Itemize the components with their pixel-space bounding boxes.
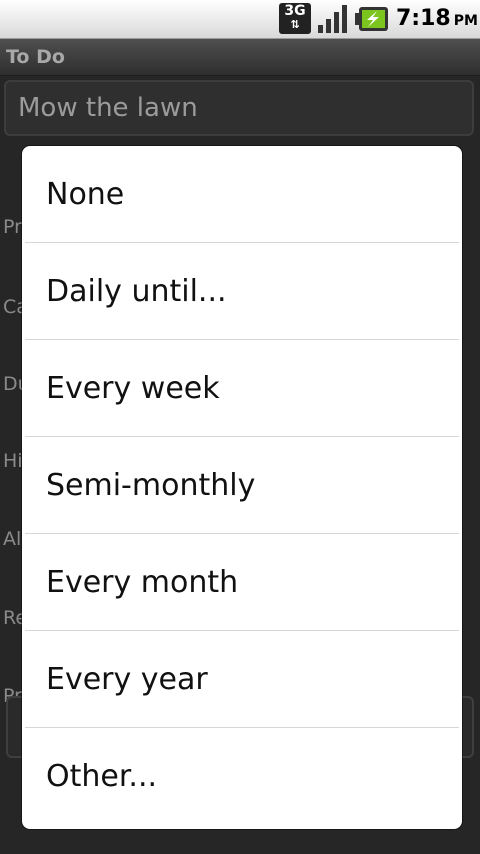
alarm-label: Al [3,528,22,550]
signal-strength-icon [318,5,347,33]
clock-time: 7:18 [396,6,451,31]
repeat-option-every-year[interactable]: Every year [25,631,459,728]
app-title: To Do [6,46,65,68]
clock: 7:18 PM [396,6,478,31]
option-label: Daily until... [46,273,227,309]
clock-ampm: PM [453,13,478,29]
option-label: Every month [46,564,239,600]
option-label: Every year [46,661,208,697]
network-type-label: 3G [284,3,306,19]
3g-data-icon: 3G ⇅ [279,3,311,34]
repeat-options-dialog: None Daily until... Every week Semi-mont… [22,146,462,829]
task-name-field[interactable]: Mow the lawn [4,80,474,136]
task-name-value: Mow the lawn [18,93,198,123]
battery-charging-icon [355,7,388,31]
option-label: Every week [46,370,220,406]
option-label: Semi-monthly [46,467,256,503]
priority-label: Pr [3,216,22,238]
repeat-option-every-month[interactable]: Every month [25,534,459,631]
repeat-option-daily-until[interactable]: Daily until... [25,243,459,340]
repeat-option-none[interactable]: None [25,146,459,243]
app-title-bar: To Do [0,39,480,75]
status-bar: 3G ⇅ 7:18 PM [0,0,480,39]
option-label: Other... [46,759,158,794]
repeat-option-semi-monthly[interactable]: Semi-monthly [25,437,459,534]
hide-until-label: Hi [3,450,23,472]
repeat-option-every-week[interactable]: Every week [25,340,459,437]
repeat-option-other[interactable]: Other... [25,728,459,825]
option-label: None [46,176,125,212]
data-arrows-icon: ⇅ [290,18,300,31]
